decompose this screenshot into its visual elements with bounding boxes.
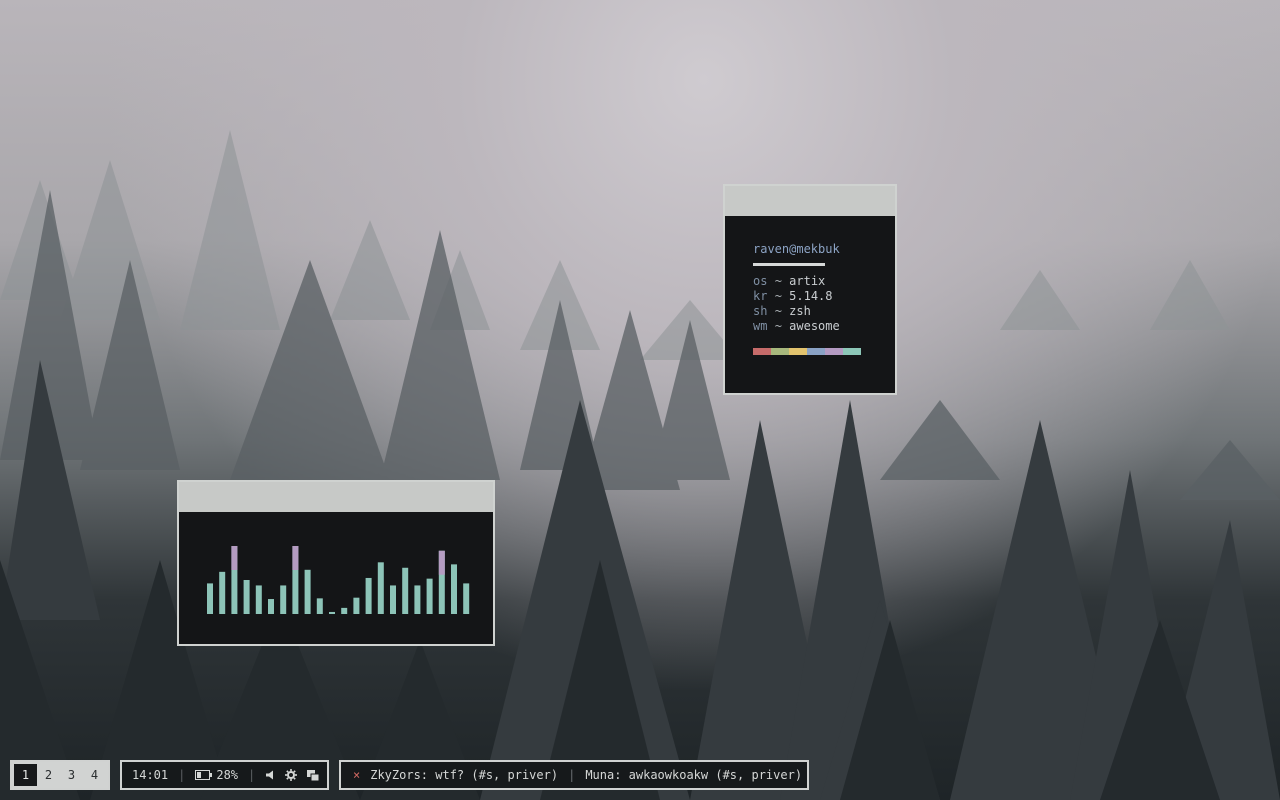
visualizer-bar-peak [231,546,238,570]
fetch-sep: ~ [774,304,782,318]
fetch-value: 5.14.8 [789,289,833,303]
tag-4[interactable]: 4 [83,764,106,786]
fetch-window[interactable]: raven@mekbuk os ~ artix kr ~ 5.14.8 sh ~… [723,184,897,395]
fetch-key: kr [753,289,768,303]
fetch-value: artix [789,274,826,288]
visualizer-bar [329,611,335,614]
visualizer-bar [219,571,226,614]
palette-swatch [825,348,843,355]
visualizer-bar [414,585,421,614]
audio-visualizer [207,546,470,614]
volume-icon[interactable] [265,770,275,780]
fetch-sep: ~ [774,274,782,288]
visualizer-bar [402,567,409,614]
visualizer-bar [353,597,360,614]
status-panel: 14:01 | 28% | [120,760,329,790]
separator: | [178,768,186,782]
fetch-row-sh: sh ~ zsh [753,304,895,319]
visualizer-window[interactable] [177,480,495,646]
tag-3[interactable]: 3 [60,764,83,786]
fetch-sep: ~ [774,319,782,333]
fetch-value: zsh [789,304,811,318]
screens-icon[interactable] [307,769,320,781]
fetch-key: sh [753,304,768,318]
fetch-rule [753,263,825,266]
visualizer-bar-peak [438,550,445,575]
fetch-row-kr: kr ~ 5.14.8 [753,289,895,304]
notification-item[interactable]: ZkyZors: wtf? (#s, priver) [370,768,558,782]
battery-icon [195,770,213,780]
visualizer-bar [207,583,213,614]
palette-swatch [789,348,807,355]
notification-panel: × ZkyZors: wtf? (#s, priver) | Muna: awk… [339,760,809,790]
visualizer-window-titlebar[interactable] [179,482,493,512]
fetch-window-titlebar[interactable] [725,186,895,216]
fetch-user: raven@mekbuk [753,242,840,256]
brightness-icon[interactable] [285,769,298,781]
tag-1[interactable]: 1 [14,764,37,786]
visualizer-bar [243,580,250,614]
separator: | [248,768,256,782]
tag-list: 1 2 3 4 [10,760,110,790]
notification-item[interactable]: Muna: awkaowkoakw (#s, priver) [585,768,802,782]
visualizer-bar [268,599,274,614]
separator: | [568,768,576,782]
fetch-value: awesome [789,319,840,333]
fetch-sep: ~ [774,289,782,303]
palette-swatch [843,348,861,355]
palette-swatch [771,348,789,355]
fetch-row-os: os ~ artix [753,274,895,289]
wallpaper [0,130,1280,800]
visualizer-bar [280,585,287,614]
clock: 14:01 [132,768,169,782]
tag-2[interactable]: 2 [37,764,60,786]
visualizer-bar [463,583,470,614]
fetch-key: os [753,274,768,288]
visualizer-bar [451,564,457,614]
visualizer-bar [255,585,262,614]
visualizer-bar [365,577,372,614]
fetch-output: raven@mekbuk os ~ artix kr ~ 5.14.8 sh ~… [725,216,895,355]
visualizer-bar [390,585,396,614]
palette-swatch [807,348,825,355]
close-icon[interactable]: × [353,768,360,782]
visualizer-bar [304,569,311,614]
fetch-key: wm [753,319,768,333]
palette-swatch [753,348,771,355]
visualizer-bar [426,578,433,614]
visualizer-bar [377,562,384,614]
fetch-row-wm: wm ~ awesome [753,319,895,334]
visualizer-bar [341,607,348,614]
visualizer-bar [316,598,323,614]
battery-level: 28% [216,768,239,782]
visualizer-bar-peak [292,546,299,570]
color-palette [753,348,895,355]
